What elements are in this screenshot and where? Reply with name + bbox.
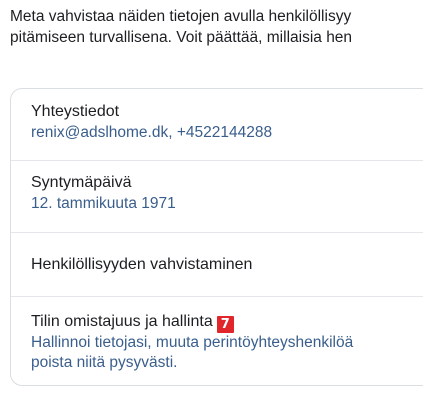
personal-details-card: Yhteystiedot renix@adslhome.dk, +4522144… bbox=[10, 88, 423, 386]
birthday-value: 12. tammikuuta 1971 bbox=[31, 195, 176, 212]
notification-count-badge: 7 bbox=[216, 316, 234, 333]
account-ownership-title-line: Tilin omistajuus ja hallinta 7 bbox=[31, 311, 423, 333]
intro-text-line-2: pitämiseen turvallisena. Voit päättää, m… bbox=[10, 29, 353, 46]
contact-info-title: Yhteystiedot bbox=[31, 103, 120, 120]
identity-confirmation-title: Henkilöllisyyden vahvistaminen bbox=[31, 256, 253, 273]
birthday-row[interactable]: Syntymäpäivä 12. tammikuuta 1971 bbox=[11, 161, 423, 233]
intro-text: Meta vahvistaa näiden tietojen avulla he… bbox=[10, 6, 423, 48]
account-ownership-title: Tilin omistajuus ja hallinta bbox=[31, 313, 213, 330]
identity-confirmation-row[interactable]: Henkilöllisyyden vahvistaminen bbox=[11, 233, 423, 297]
account-ownership-row[interactable]: Tilin omistajuus ja hallinta 7 Hallinnoi … bbox=[11, 297, 423, 385]
contact-info-row[interactable]: Yhteystiedot renix@adslhome.dk, +4522144… bbox=[11, 89, 423, 161]
contact-info-value: renix@adslhome.dk, +4522144288 bbox=[31, 124, 273, 141]
intro-text-line-1: Meta vahvistaa näiden tietojen avulla he… bbox=[10, 8, 352, 25]
account-ownership-description-line-2: poista niitä pysyvästi. bbox=[31, 354, 178, 371]
birthday-title: Syntymäpäivä bbox=[31, 174, 132, 191]
accounts-center-personal-details: Meta vahvistaa näiden tietojen avulla he… bbox=[0, 0, 423, 400]
account-ownership-description-line-1: Hallinnoi tietojasi, muuta perintöyhteys… bbox=[31, 334, 354, 351]
